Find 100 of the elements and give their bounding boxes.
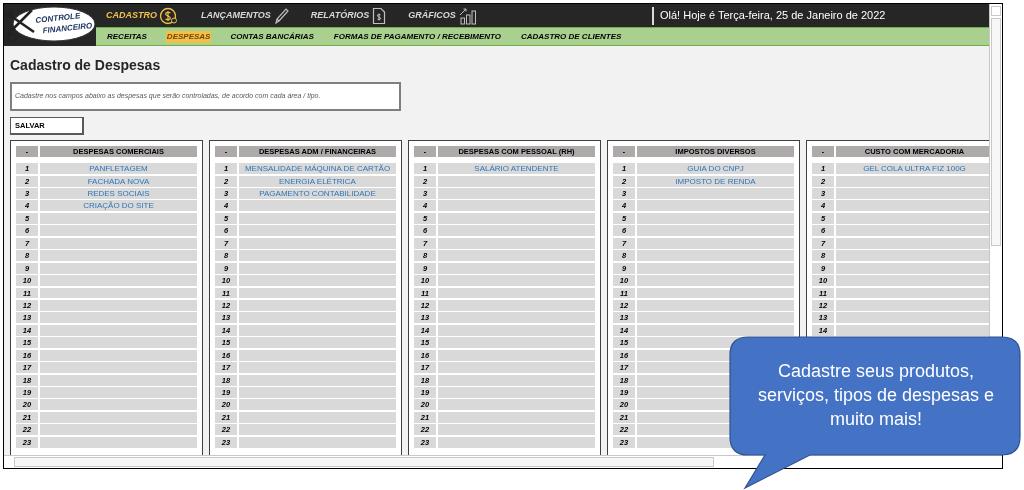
table-cell[interactable] — [239, 362, 396, 374]
table-cell[interactable] — [239, 387, 396, 398]
table-cell[interactable] — [239, 275, 396, 286]
table-cell[interactable] — [40, 349, 197, 361]
table-cell[interactable] — [239, 200, 396, 212]
table-cell[interactable] — [438, 362, 595, 374]
table-cell[interactable] — [438, 188, 595, 199]
table-cell[interactable] — [836, 225, 989, 237]
table-cell[interactable] — [637, 212, 794, 224]
table-cell[interactable] — [836, 250, 989, 262]
table-cell[interactable] — [40, 387, 197, 398]
table-cell[interactable] — [836, 262, 989, 274]
table-cell[interactable] — [239, 299, 396, 311]
table-cell[interactable] — [40, 312, 197, 324]
table-cell[interactable]: PAGAMENTO CONTABILIDADE — [239, 188, 396, 199]
table-cell[interactable] — [239, 411, 396, 423]
sub-nav-tab[interactable]: FORMAS DE PAGAMENTO / RECEBIMENTO — [332, 30, 502, 43]
table-cell[interactable] — [637, 287, 794, 299]
table-cell[interactable]: SALÁRIO ATENDENTE — [438, 163, 595, 175]
table-cell[interactable] — [40, 212, 197, 224]
table-cell[interactable] — [438, 312, 595, 324]
table-cell[interactable]: CRIAÇÃO DO SITE — [40, 200, 197, 212]
table-cell[interactable] — [40, 237, 197, 249]
table-cell[interactable] — [40, 299, 197, 311]
table-cell[interactable] — [438, 175, 595, 187]
sub-nav-tab[interactable]: CADASTRO DE CLIENTES — [519, 30, 623, 43]
table-cell[interactable] — [239, 250, 396, 262]
table-cell[interactable] — [836, 287, 989, 299]
table-cell[interactable] — [637, 324, 794, 336]
table-cell[interactable] — [438, 399, 595, 411]
table-cell[interactable] — [239, 225, 396, 237]
table-cell[interactable] — [637, 188, 794, 199]
nav-tab[interactable]: RELATÓRIOS — [310, 6, 387, 25]
table-cell[interactable] — [637, 237, 794, 249]
table-cell[interactable]: GUIA DO CNPJ — [637, 163, 794, 175]
table-cell[interactable] — [438, 424, 595, 436]
table-cell[interactable] — [40, 225, 197, 237]
table-cell[interactable] — [40, 337, 197, 349]
table-cell[interactable] — [836, 188, 989, 199]
table-cell[interactable] — [836, 324, 989, 336]
table-cell[interactable] — [836, 212, 989, 224]
table-cell[interactable]: PANFLETAGEM — [40, 163, 197, 175]
table-cell[interactable]: IMPOSTO DE RENDA — [637, 175, 794, 187]
table-cell[interactable] — [438, 200, 595, 212]
table-cell[interactable] — [239, 324, 396, 336]
table-cell[interactable] — [438, 436, 595, 448]
table-cell[interactable] — [836, 200, 989, 212]
table-cell[interactable]: MENSALIDADE MÁQUINA DE CARTÃO — [239, 163, 396, 175]
table-cell[interactable]: FACHADA NOVA — [40, 175, 197, 187]
table-cell[interactable] — [239, 374, 396, 386]
table-cell[interactable] — [438, 337, 595, 349]
table-cell[interactable] — [239, 436, 396, 448]
table-cell[interactable] — [836, 312, 989, 324]
table-cell[interactable] — [438, 411, 595, 423]
table-cell[interactable] — [40, 287, 197, 299]
table-cell[interactable] — [438, 250, 595, 262]
sub-nav-tab[interactable]: DESPESAS — [165, 30, 212, 43]
table-cell[interactable] — [438, 299, 595, 311]
sub-nav-tab[interactable]: RECEITAS — [106, 30, 148, 43]
table-cell[interactable] — [637, 312, 794, 324]
table-cell[interactable] — [637, 250, 794, 262]
table-cell[interactable] — [40, 262, 197, 274]
table-cell[interactable] — [637, 225, 794, 237]
table-cell[interactable] — [40, 324, 197, 336]
table-cell[interactable] — [438, 262, 595, 274]
table-cell[interactable] — [438, 349, 595, 361]
table-cell[interactable] — [40, 250, 197, 262]
sub-nav-tab[interactable]: CONTAS BANCÁRIAS — [229, 30, 315, 43]
table-cell[interactable] — [239, 312, 396, 324]
table-cell[interactable] — [637, 200, 794, 212]
table-cell[interactable] — [637, 275, 794, 286]
table-cell[interactable] — [438, 374, 595, 386]
table-cell[interactable] — [836, 275, 989, 286]
table-cell[interactable] — [239, 399, 396, 411]
table-cell[interactable] — [438, 237, 595, 249]
table-cell[interactable] — [438, 324, 595, 336]
table-cell[interactable] — [40, 411, 197, 423]
table-cell[interactable] — [40, 374, 197, 386]
table-cell[interactable] — [239, 337, 396, 349]
table-cell[interactable] — [438, 275, 595, 286]
table-cell[interactable]: GEL COLA ULTRA FIZ 100G — [836, 163, 989, 175]
table-cell[interactable] — [637, 299, 794, 311]
table-cell[interactable] — [40, 436, 197, 448]
table-cell[interactable] — [438, 225, 595, 237]
table-cell[interactable] — [438, 287, 595, 299]
horizontal-scrollbar[interactable] — [4, 455, 1002, 468]
table-cell[interactable] — [40, 399, 197, 411]
table-cell[interactable] — [438, 387, 595, 398]
table-cell[interactable] — [239, 237, 396, 249]
table-cell[interactable] — [239, 212, 396, 224]
table-cell[interactable] — [40, 424, 197, 436]
table-cell[interactable] — [239, 287, 396, 299]
table-cell[interactable] — [239, 424, 396, 436]
nav-tab[interactable]: GRÁFICOS — [408, 6, 477, 25]
table-cell[interactable] — [836, 299, 989, 311]
table-cell[interactable] — [239, 349, 396, 361]
table-cell[interactable] — [239, 262, 396, 274]
nav-tab[interactable]: CADASTRO — [106, 6, 179, 25]
table-cell[interactable]: REDES SOCIAIS — [40, 188, 197, 199]
table-cell[interactable] — [40, 362, 197, 374]
